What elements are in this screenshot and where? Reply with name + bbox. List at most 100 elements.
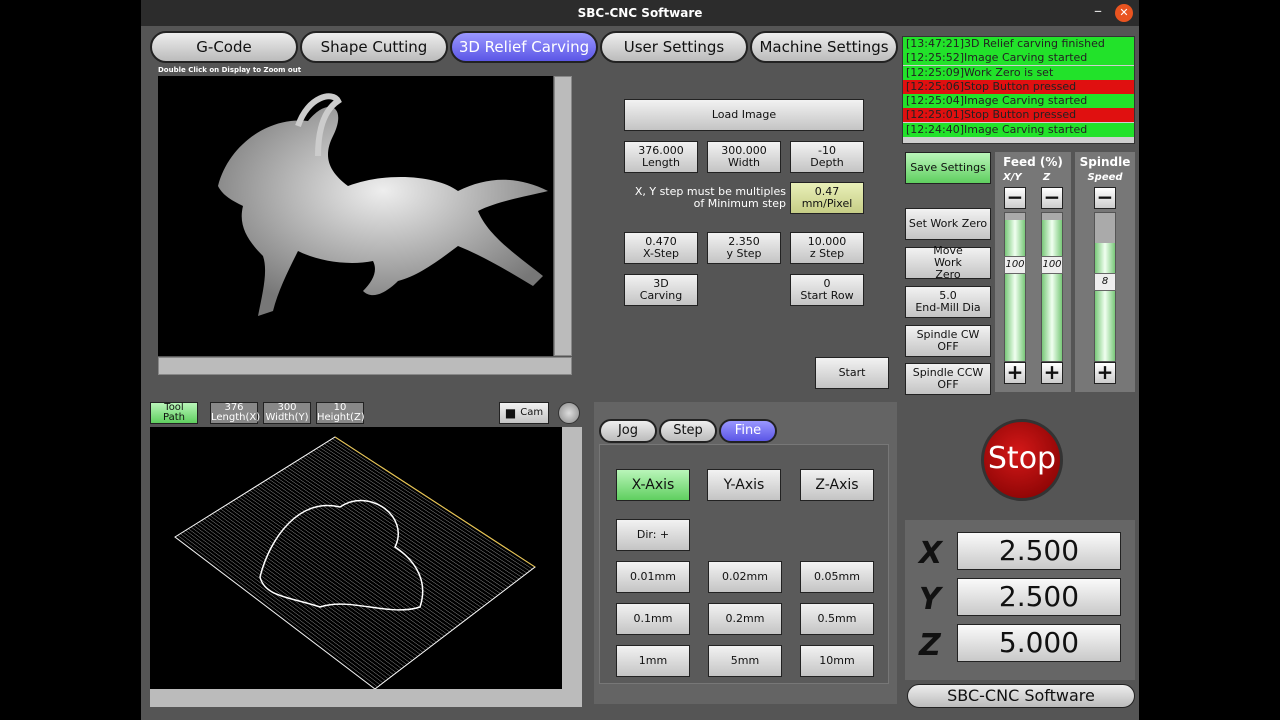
- load-image-button[interactable]: Load Image: [624, 99, 864, 131]
- step-label: 10mm: [819, 654, 855, 667]
- z-position: 5.000: [957, 624, 1121, 662]
- feed-xy-minus-button[interactable]: −: [1004, 187, 1026, 209]
- length-x-field[interactable]: 376 Length(X): [210, 402, 260, 424]
- feed-z-slider[interactable]: [1041, 212, 1063, 362]
- feed-xy-plus-button[interactable]: +: [1004, 362, 1026, 384]
- step-0.02mm-button[interactable]: 0.02mm: [708, 561, 782, 593]
- app-window: SBC-CNC Software – ✕ G-Code Shape Cuttin…: [141, 0, 1139, 720]
- record-toggle[interactable]: [558, 402, 580, 424]
- length-field[interactable]: 376.000 Length: [624, 141, 698, 173]
- step-1mm-button[interactable]: 1mm: [616, 645, 690, 677]
- z-axis-button[interactable]: Z-Axis: [800, 469, 874, 501]
- toolpath-3d-view[interactable]: [150, 427, 562, 690]
- move-work-zero-button[interactable]: Move Work Zero: [905, 245, 991, 281]
- load-image-label: Load Image: [711, 108, 777, 121]
- step-label: 0.02mm: [722, 570, 768, 583]
- width-y-field[interactable]: 300 Width(Y): [263, 402, 311, 424]
- x-axis-button[interactable]: X-Axis: [616, 469, 690, 501]
- jog-mode-step[interactable]: Step: [659, 419, 717, 443]
- toolpath-horizontal-scrollbar[interactable]: [150, 689, 582, 707]
- depth-field[interactable]: -10 Depth: [790, 141, 864, 173]
- y-position: 2.500: [957, 578, 1121, 616]
- tab-machine-settings[interactable]: Machine Settings: [750, 31, 898, 63]
- log-text: Work Zero is set: [964, 65, 1054, 79]
- log-time: [12:25:01]: [906, 108, 964, 122]
- spindle-ccw-button[interactable]: Spindle CCW OFF: [905, 363, 991, 395]
- log-time: [12:25:06]: [906, 79, 964, 93]
- y-axis-button[interactable]: Y-Axis: [707, 469, 781, 501]
- end-mill-label: End-Mill Dia: [915, 301, 981, 314]
- step-10mm-button[interactable]: 10mm: [800, 645, 874, 677]
- image-horizontal-scrollbar[interactable]: [158, 357, 572, 375]
- step-0.5mm-button[interactable]: 0.5mm: [800, 603, 874, 635]
- minimize-button[interactable]: –: [1089, 3, 1107, 22]
- feed-z-plus-button[interactable]: +: [1041, 362, 1063, 384]
- set-work-zero-button[interactable]: Set Work Zero: [905, 208, 991, 240]
- length-label: Length: [642, 156, 680, 169]
- position-readout: X 2.500 Y 2.500 Z 5.000: [905, 520, 1135, 680]
- feed-title: Feed (%): [1003, 155, 1063, 169]
- spindle-fill: [1095, 242, 1115, 361]
- step-label: 0.01mm: [630, 570, 676, 583]
- save-settings-button[interactable]: Save Settings: [905, 152, 991, 184]
- spindle-cw-button[interactable]: Spindle CW OFF: [905, 325, 991, 357]
- start-row-label: Start Row: [800, 289, 854, 302]
- z-axis-label: Z-Axis: [815, 477, 859, 493]
- step-0.2mm-button[interactable]: 0.2mm: [708, 603, 782, 635]
- height-z-field[interactable]: 10 Height(Z): [316, 402, 365, 424]
- start-label: Start: [838, 366, 866, 379]
- image-vertical-scrollbar[interactable]: [554, 76, 572, 356]
- step-5mm-button[interactable]: 5mm: [708, 645, 782, 677]
- z-step-field[interactable]: 10.000 z Step: [790, 232, 864, 264]
- log-time: [12:25:52]: [906, 51, 964, 65]
- carving-mode-button[interactable]: 3D Carving: [624, 274, 698, 306]
- jog-mode-fine[interactable]: Fine: [719, 419, 777, 443]
- end-mill-dia-field[interactable]: 5.0 End-Mill Dia: [905, 286, 991, 318]
- stop-button[interactable]: Stop: [981, 419, 1063, 501]
- step-label: 0.5mm: [817, 612, 857, 625]
- step-label: 0.1mm: [633, 612, 673, 625]
- y-step-field[interactable]: 2.350 y Step: [707, 232, 781, 264]
- log-time: [12:25:04]: [906, 94, 964, 108]
- toolpath-vertical-scrollbar[interactable]: [562, 427, 582, 689]
- feed-xy-slider[interactable]: [1004, 212, 1026, 362]
- tab-gcode[interactable]: G-Code: [150, 31, 298, 63]
- jog-mode-jog[interactable]: Jog: [599, 419, 657, 443]
- log-entry: [12:25:01]Stop Button pressed: [903, 108, 1134, 123]
- start-row-field[interactable]: 0 Start Row: [790, 274, 864, 306]
- log-time: [13:47:21]: [906, 37, 964, 50]
- tab-shape-cutting[interactable]: Shape Cutting: [300, 31, 448, 63]
- x-step-field[interactable]: 0.470 X-Step: [624, 232, 698, 264]
- width-field[interactable]: 300.000 Width: [707, 141, 781, 173]
- step-0.1mm-button[interactable]: 0.1mm: [616, 603, 690, 635]
- brand-label: SBC-CNC Software: [907, 684, 1135, 708]
- step-label: 0.2mm: [725, 612, 765, 625]
- min-step-field[interactable]: 0.47 mm/Pixel: [790, 182, 864, 214]
- cam-button[interactable]: ■ Cam: [499, 402, 549, 424]
- log-text: 3D Relief carving finished: [964, 37, 1105, 50]
- step-label: 5mm: [730, 654, 760, 667]
- close-button[interactable]: ✕: [1115, 4, 1133, 22]
- spindle-value: 8: [1094, 273, 1116, 291]
- spindle-minus-button[interactable]: −: [1094, 187, 1116, 209]
- feed-z-minus-button[interactable]: −: [1041, 187, 1063, 209]
- direction-button[interactable]: Dir: +: [616, 519, 690, 551]
- step-0.01mm-button[interactable]: 0.01mm: [616, 561, 690, 593]
- spindle-ccw-label: Spindle CCW OFF: [912, 366, 984, 391]
- tool-path-label: Path: [163, 412, 185, 423]
- feed-z-label: Z: [1043, 172, 1051, 183]
- spindle-cw-label: Spindle CW OFF: [916, 328, 980, 353]
- x-axis-label: X-Axis: [631, 477, 675, 493]
- horse-relief-image: [218, 93, 548, 316]
- spindle-plus-button[interactable]: +: [1094, 362, 1116, 384]
- image-display[interactable]: [158, 76, 553, 356]
- step-0.05mm-button[interactable]: 0.05mm: [800, 561, 874, 593]
- feed-z-fill: [1042, 220, 1062, 361]
- log-text: Stop Button pressed: [964, 108, 1077, 122]
- feed-xy-fill: [1005, 220, 1025, 361]
- tab-user-settings[interactable]: User Settings: [600, 31, 748, 63]
- tab-3d-relief-carving[interactable]: 3D Relief Carving: [450, 31, 598, 63]
- feed-xy-value: 100: [1004, 256, 1026, 274]
- start-button[interactable]: Start: [815, 357, 889, 389]
- tool-path-button[interactable]: Tool Path: [150, 402, 198, 424]
